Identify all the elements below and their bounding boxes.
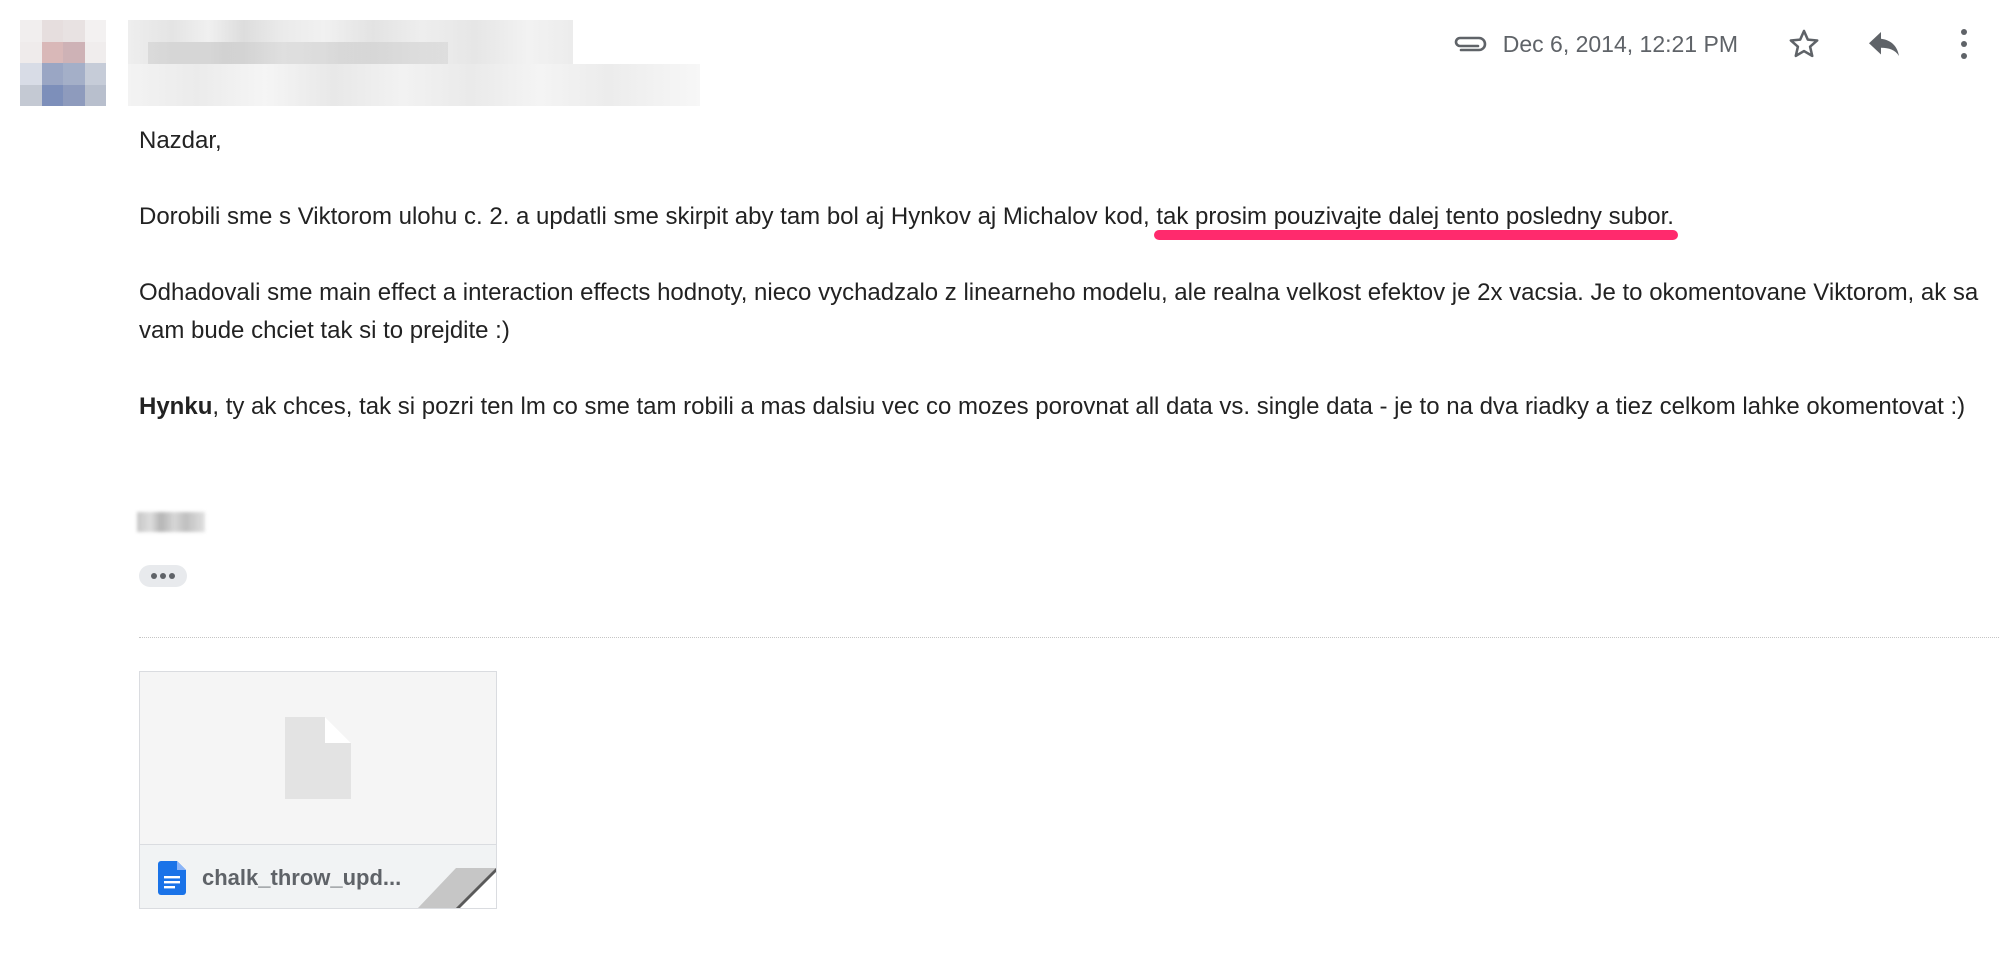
attachment-preview	[140, 672, 496, 844]
attachment-filename: chalk_throw_upd...	[202, 865, 402, 890]
paragraph-3-text: , ty ak chces, tak si pozri ten lm co sm…	[212, 393, 1966, 420]
sender-avatar[interactable]	[20, 20, 106, 106]
message-header-actions: Dec 6, 2014, 12:21 PM	[1451, 22, 1986, 66]
addressee-name: Hynku	[139, 393, 213, 420]
page-fold-corner	[418, 868, 496, 908]
paragraph-1: Dorobili sme s Viktorom ulohu c. 2. a up…	[139, 198, 1999, 236]
paragraph-3: Hynku, ty ak chces, tak si pozri ten lm …	[139, 388, 1999, 426]
show-trimmed-content-button[interactable]	[139, 565, 187, 587]
reply-icon[interactable]	[1862, 22, 1906, 66]
attachment-icon	[1451, 32, 1489, 56]
signature-redacted	[137, 512, 205, 532]
file-icon	[285, 717, 351, 799]
message-body: Nazdar, Dorobili sme s Viktorom ulohu c.…	[139, 122, 1999, 464]
paragraph-1-text: Dorobili sme s Viktorom ulohu c. 2. a up…	[139, 203, 1157, 230]
document-icon	[158, 861, 186, 895]
sender-info-redacted	[128, 20, 700, 106]
attachment-card[interactable]: chalk_throw_upd...	[139, 671, 497, 909]
greeting: Nazdar,	[139, 127, 222, 154]
highlighted-sentence: tak prosim pouzivajte dalej tento posled…	[1156, 203, 1674, 230]
attachments-divider	[139, 637, 1999, 638]
paragraph-2: Odhadovali sme main effect a interaction…	[139, 279, 1979, 344]
more-vert-icon[interactable]	[1942, 22, 1986, 66]
message-date: Dec 6, 2014, 12:21 PM	[1502, 30, 1738, 57]
star-icon[interactable]	[1782, 22, 1826, 66]
